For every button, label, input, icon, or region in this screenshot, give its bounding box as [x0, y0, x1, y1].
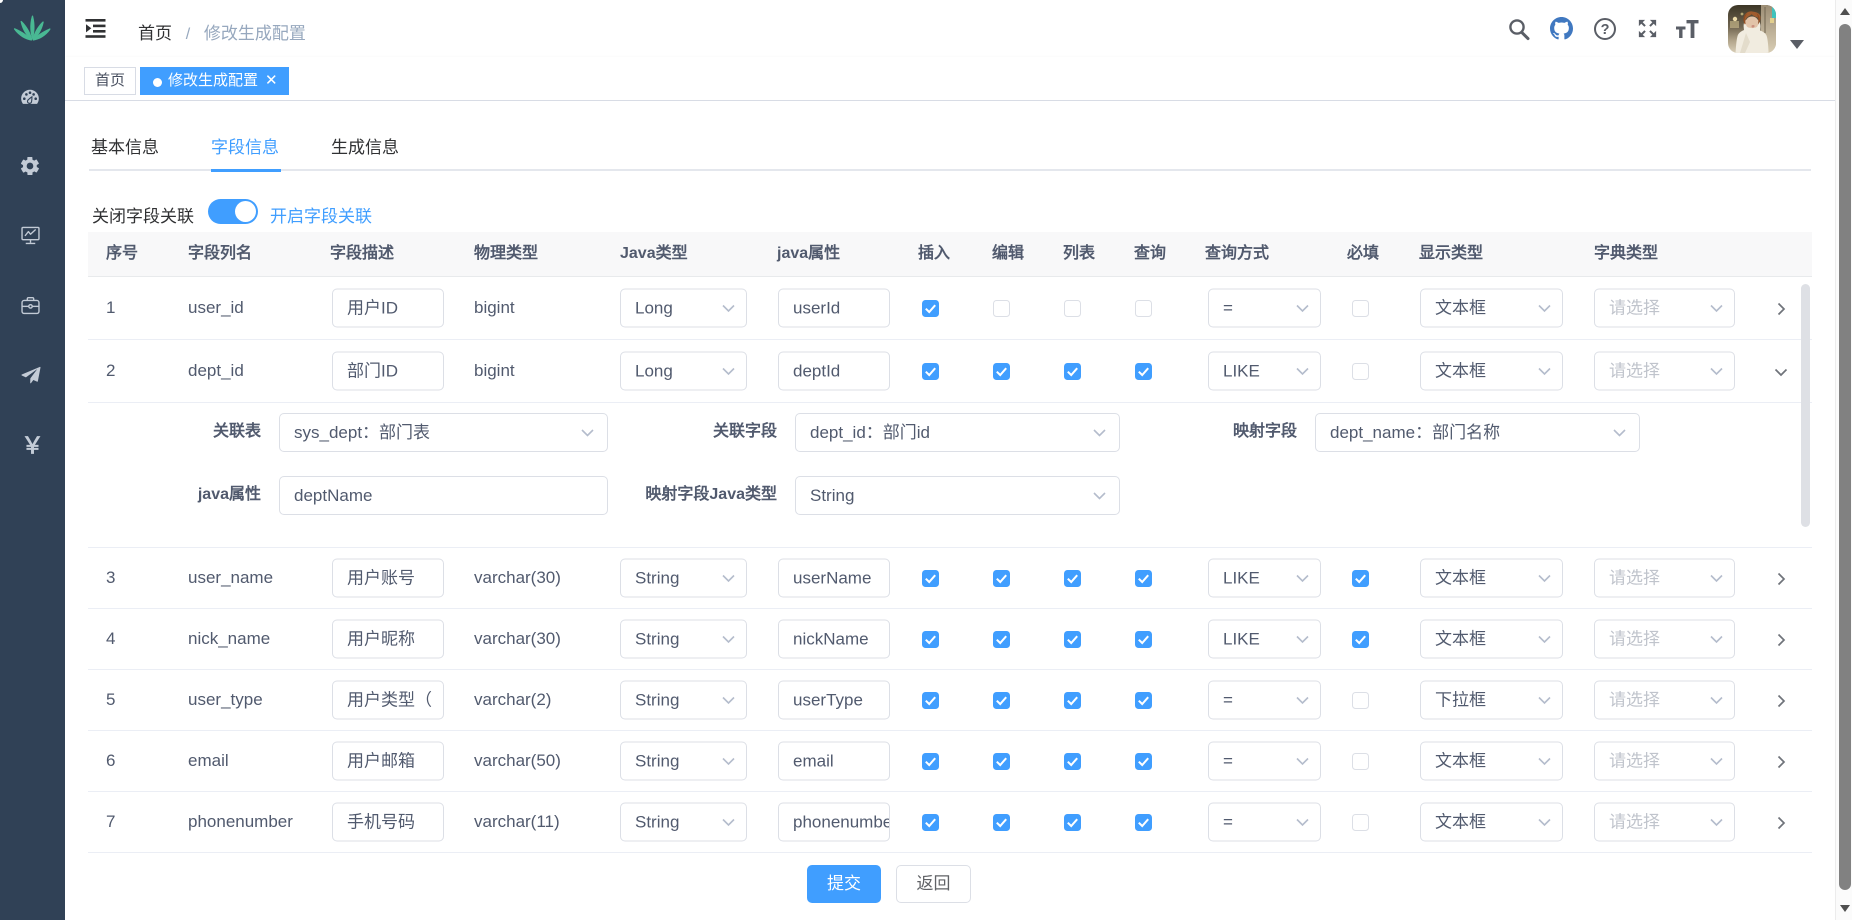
svg-text:?: ?: [1601, 22, 1610, 38]
